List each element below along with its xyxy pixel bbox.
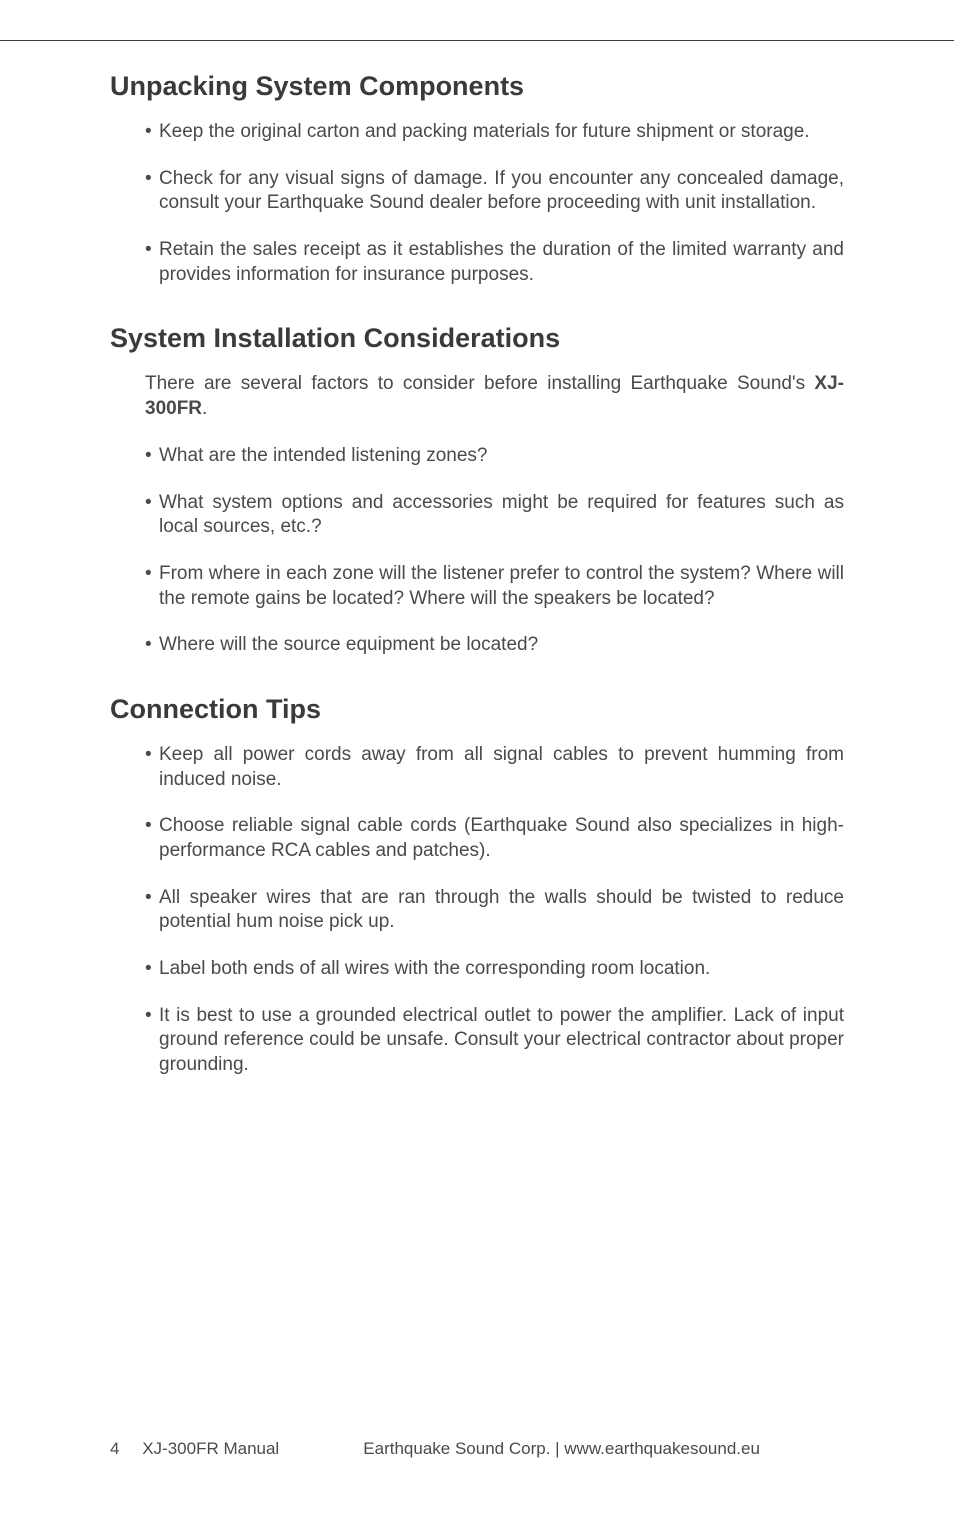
page-content: Unpacking System Components Keep the ori… <box>0 41 954 1078</box>
footer-left: 4 XJ-300FR Manual <box>110 1439 279 1459</box>
heading-installation: System Installation Considerations <box>110 323 844 354</box>
list-item: Choose reliable signal cable cords (Eart… <box>145 814 844 863</box>
footer-company: Earthquake Sound Corp. | www.earthquakes… <box>279 1439 844 1459</box>
heading-connection: Connection Tips <box>110 694 844 725</box>
list-item: All speaker wires that are ran through t… <box>145 886 844 935</box>
page-footer: 4 XJ-300FR Manual Earthquake Sound Corp.… <box>0 1439 954 1459</box>
list-item: From where in each zone will the listene… <box>145 562 844 611</box>
intro-pre: There are several factors to consider be… <box>145 373 814 394</box>
installation-block: There are several factors to consider be… <box>110 372 844 658</box>
list-item: It is best to use a grounded electrical … <box>145 1004 844 1078</box>
list-item: Keep the original carton and packing mat… <box>145 120 844 145</box>
list-item: What are the intended listening zones? <box>145 444 844 469</box>
manual-title: XJ-300FR Manual <box>142 1439 279 1458</box>
page-number: 4 <box>110 1439 119 1458</box>
installation-intro: There are several factors to consider be… <box>145 372 844 421</box>
list-item: What system options and accessories migh… <box>145 491 844 540</box>
list-item: Where will the source equipment be locat… <box>145 633 844 658</box>
list-item: Label both ends of all wires with the co… <box>145 957 844 982</box>
list-item: Retain the sales receipt as it establish… <box>145 238 844 287</box>
list-item: Check for any visual signs of damage. If… <box>145 167 844 216</box>
unpacking-list: Keep the original carton and packing mat… <box>110 120 844 287</box>
connection-list: Keep all power cords away from all signa… <box>110 743 844 1078</box>
heading-unpacking: Unpacking System Components <box>110 71 844 102</box>
list-item: Keep all power cords away from all signa… <box>145 743 844 792</box>
intro-post: . <box>202 398 207 419</box>
